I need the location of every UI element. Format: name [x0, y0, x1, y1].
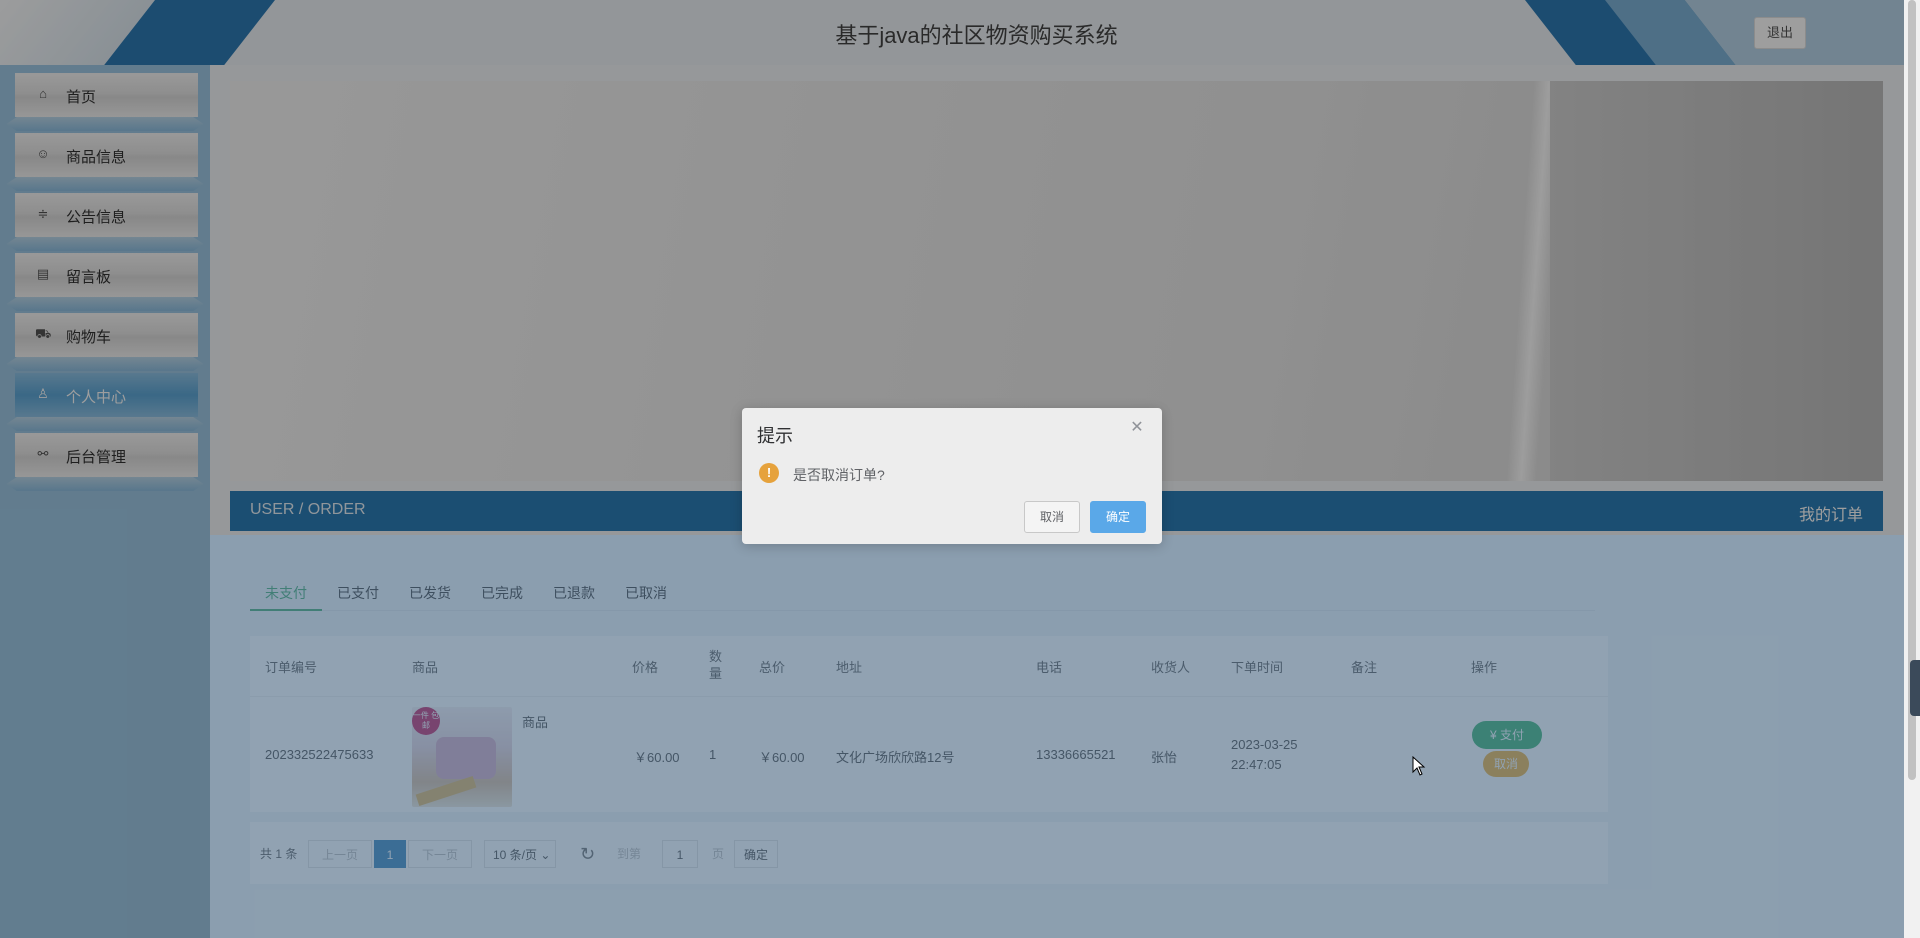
page-scrollbar[interactable]: [1904, 0, 1920, 938]
confirm-dialog: 提示 ✕ ! 是否取消订单? 取消 确定: [742, 408, 1162, 544]
dialog-title: 提示: [757, 426, 793, 446]
warning-icon: !: [759, 463, 779, 483]
mouse-cursor-icon: [1412, 756, 1426, 776]
dialog-message: 是否取消订单?: [793, 467, 885, 483]
overlay-tint: [210, 535, 1904, 938]
close-icon[interactable]: ✕: [1130, 420, 1144, 436]
side-float-widget[interactable]: [1910, 660, 1920, 716]
dialog-cancel-button[interactable]: 取消: [1024, 501, 1080, 533]
dialog-confirm-button[interactable]: 确定: [1090, 501, 1146, 533]
